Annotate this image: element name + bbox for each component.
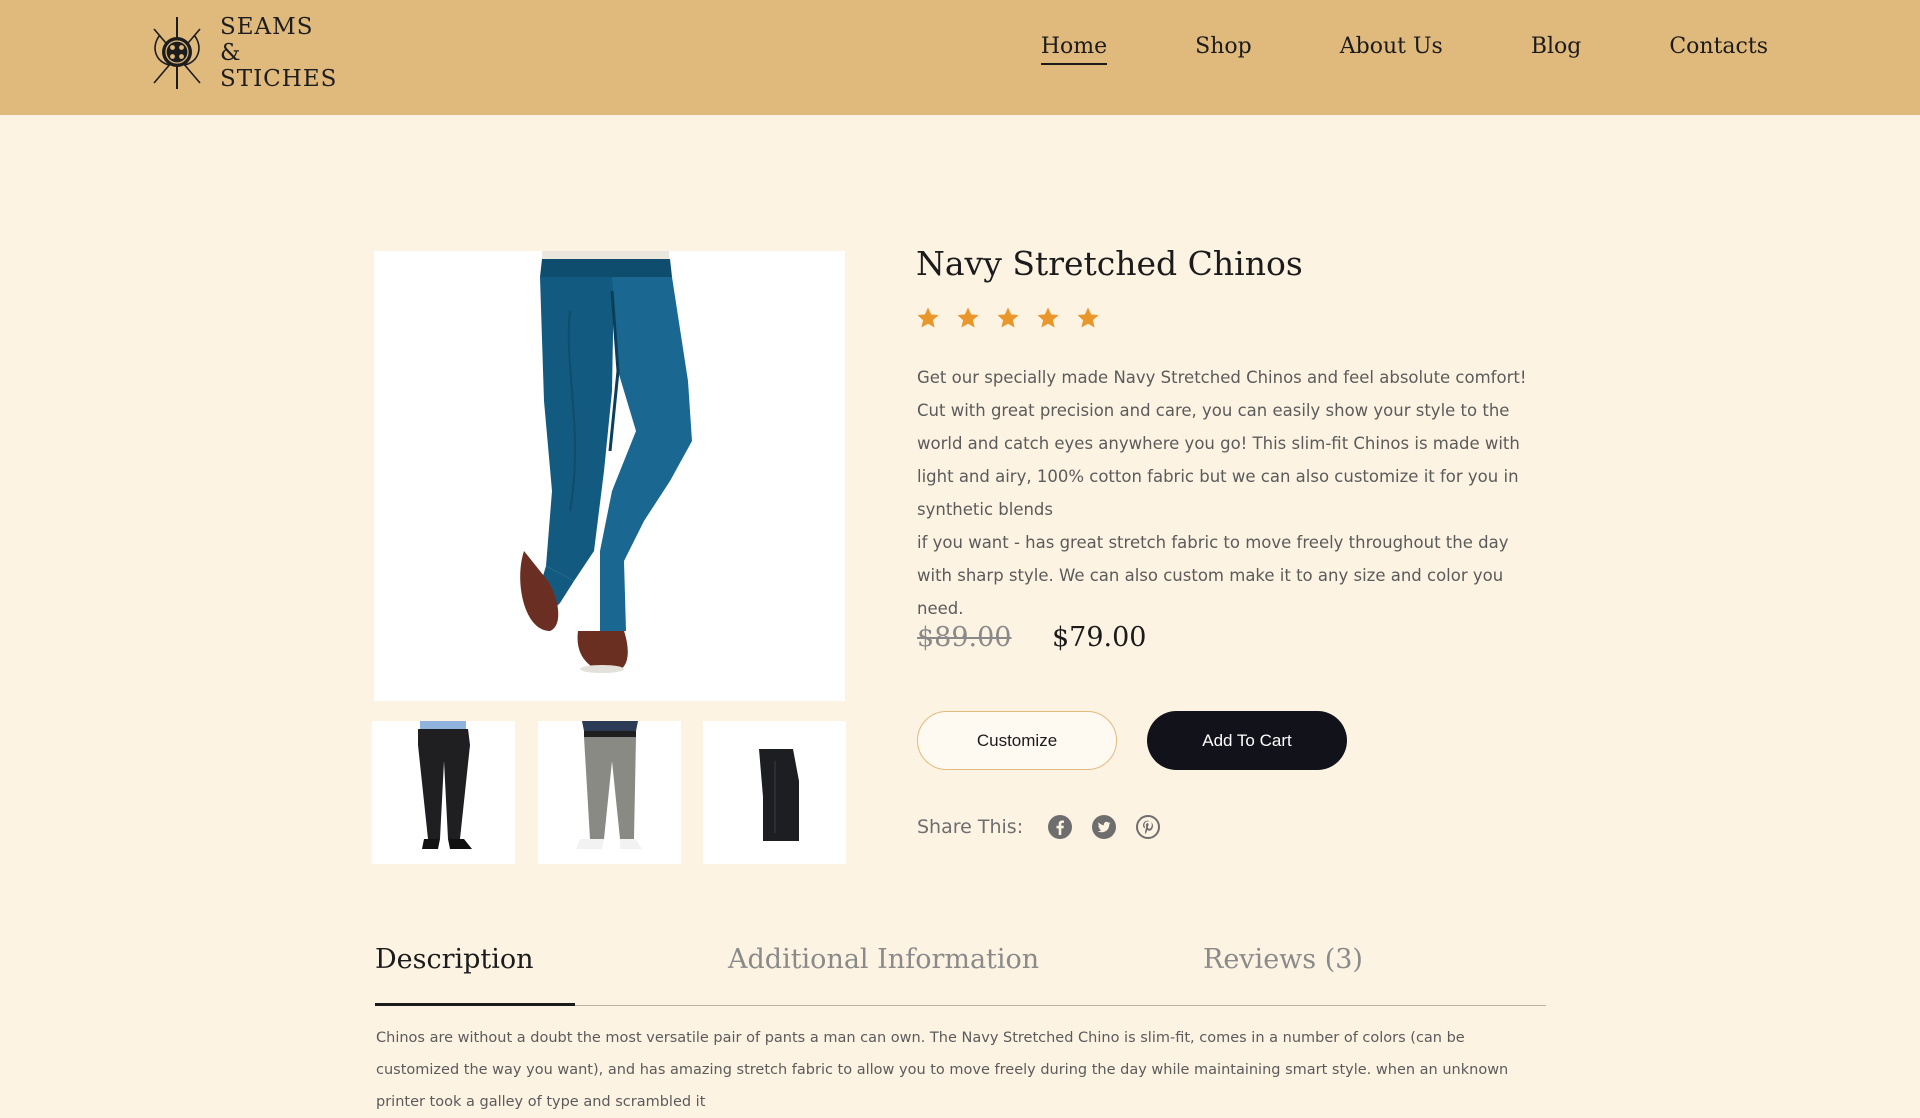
twitter-icon[interactable] — [1091, 814, 1117, 840]
star-icon — [917, 307, 939, 328]
nav-item-home[interactable]: Home — [1040, 34, 1108, 65]
tab-description[interactable]: Description — [375, 944, 575, 1006]
pinterest-icon[interactable] — [1135, 814, 1161, 840]
sale-price: $79.00 — [1052, 622, 1147, 653]
site-header: SEAMS & STICHES Home Shop About Us Blog … — [0, 0, 1920, 115]
product-thumbnail[interactable] — [703, 721, 846, 864]
customize-button[interactable]: Customize — [917, 711, 1117, 770]
star-icon — [1077, 307, 1099, 328]
main-nav: Home Shop About Us Blog Contacts — [1040, 34, 1768, 65]
star-icon — [1037, 307, 1059, 328]
tab-description-content: Chinos are without a doubt the most vers… — [376, 1030, 1509, 1110]
star-icon — [957, 307, 979, 328]
facebook-icon[interactable] — [1047, 814, 1073, 840]
brand-home-link[interactable]: SEAMS & STICHES — [148, 14, 340, 92]
product-title: Navy Stretched Chinos — [916, 244, 1303, 283]
product-description-continued: if you want - has great stretch fabric t… — [917, 533, 1509, 618]
navy-chinos-photo — [520, 251, 692, 673]
product-description: Get our specially made Navy Stretched Ch… — [917, 368, 1527, 519]
product-tabs: Description Additional Information Revie… — [375, 944, 1546, 1006]
needle-button-logo-icon — [153, 17, 201, 89]
brand-name: SEAMS & STICHES — [220, 14, 338, 92]
rating-stars — [916, 306, 1100, 330]
nav-item-about-us[interactable]: About Us — [1340, 34, 1443, 65]
tab-additional-information[interactable]: Additional Information — [728, 944, 1039, 1006]
tab-reviews[interactable]: Reviews (3) — [1203, 944, 1363, 1006]
nav-item-shop[interactable]: Shop — [1195, 34, 1252, 65]
product-thumbnail[interactable] — [372, 721, 515, 864]
black-chinos-photo — [418, 721, 472, 849]
star-icon — [997, 307, 1019, 328]
original-price: $89.00 — [917, 622, 1012, 653]
grey-chinos-photo — [576, 721, 642, 849]
product-thumbnail[interactable] — [538, 721, 681, 864]
nav-item-blog[interactable]: Blog — [1531, 34, 1582, 65]
product-main-image[interactable] — [374, 251, 845, 701]
share-label: Share This: — [917, 816, 1024, 838]
share-bar: Share This: — [917, 814, 1161, 840]
folded-black-chinos-photo — [759, 749, 799, 841]
nav-item-contacts[interactable]: Contacts — [1669, 34, 1768, 65]
add-to-cart-button[interactable]: Add To Cart — [1147, 711, 1347, 770]
